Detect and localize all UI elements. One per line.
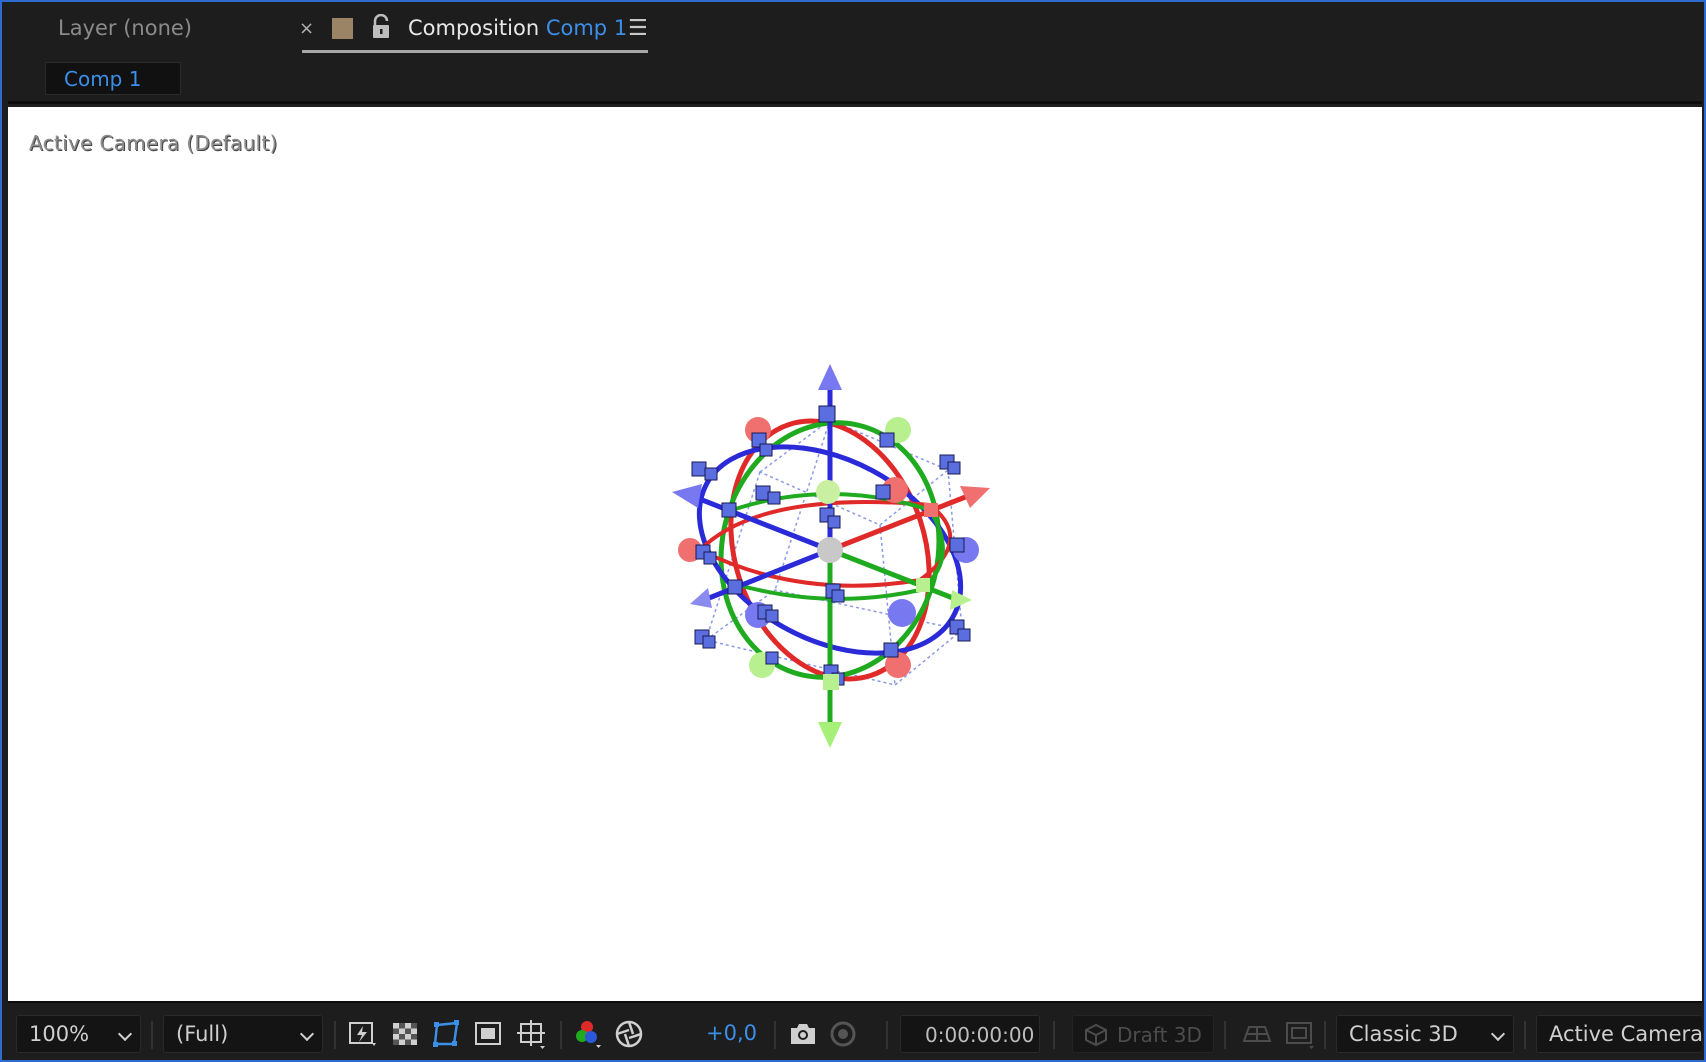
fast-previews-icon[interactable] <box>346 1017 380 1051</box>
tab-layer[interactable]: Layer (none) <box>58 16 192 40</box>
toolbar-divider <box>560 1021 562 1049</box>
chevron-down-icon <box>1490 1026 1506 1042</box>
panel-menu-icon[interactable]: ☰ <box>628 16 648 41</box>
draft-3d-toggle[interactable]: Draft 3D <box>1072 1015 1214 1053</box>
y-axis-arrow <box>818 722 842 748</box>
draft-3d-label: Draft 3D <box>1117 1023 1202 1047</box>
toolbar-divider <box>1524 1021 1526 1049</box>
close-icon[interactable]: × <box>299 18 314 39</box>
panel-tab-bar: Layer (none) × Composition Comp 1 ☰ <box>8 2 1702 56</box>
z-axis-up-arrow <box>818 364 842 390</box>
3d-transform-gizmo[interactable] <box>8 107 1702 1001</box>
chevron-down-icon <box>117 1026 133 1042</box>
resolution-dropdown[interactable]: (Full) <box>163 1015 323 1053</box>
toolbar-divider <box>886 1021 888 1049</box>
z-axis-lowerleft-arrow <box>690 588 712 608</box>
toolbar-divider <box>1324 1021 1326 1049</box>
current-time-display[interactable]: 0:00:00:00 <box>900 1015 1040 1053</box>
active-tab-indicator <box>302 50 648 53</box>
toolbar-divider <box>774 1021 776 1049</box>
color-channels-icon[interactable] <box>570 1017 604 1051</box>
toolbar-divider <box>151 1021 153 1049</box>
3d-view-dropdown[interactable]: Active Camera ... <box>1536 1015 1702 1053</box>
mask-path-visibility-icon[interactable] <box>430 1017 464 1051</box>
composition-viewer[interactable]: Active Camera (Default) <box>8 107 1702 1001</box>
transparency-grid-icon[interactable] <box>388 1017 422 1051</box>
tab-composition[interactable]: Composition Comp 1 <box>408 16 627 40</box>
toolbar-divider <box>334 1021 336 1049</box>
3d-view-value: Active Camera ... <box>1549 1022 1702 1046</box>
3d-ground-plane-icon[interactable] <box>1240 1017 1274 1051</box>
toolbar-divider <box>1053 1021 1055 1049</box>
grid-guides-icon[interactable] <box>514 1017 548 1051</box>
unlock-icon[interactable] <box>370 14 392 40</box>
exposure-value[interactable]: +0,0 <box>706 1021 757 1045</box>
comp-color-swatch <box>332 18 353 39</box>
composition-breadcrumb-bar: Comp 1 <box>8 56 1702 104</box>
draft-3d-icon <box>1085 1023 1107 1047</box>
toolbar-divider <box>1224 1021 1226 1049</box>
region-of-interest-icon[interactable] <box>472 1017 506 1051</box>
3d-renderer-dropdown[interactable]: Classic 3D <box>1336 1015 1514 1053</box>
extended-viewer-icon[interactable] <box>1282 1017 1316 1051</box>
breadcrumb-comp[interactable]: Comp 1 <box>45 62 181 95</box>
tab-composition-prefix: Composition <box>408 16 540 40</box>
3d-renderer-value: Classic 3D <box>1349 1022 1458 1046</box>
snapshot-camera-icon[interactable] <box>786 1017 820 1051</box>
viewer-toolbar: 100% (Full) +0,0 0:00:00:00 Draft 3D Cla… <box>8 1001 1702 1060</box>
show-snapshot-icon[interactable] <box>826 1017 860 1051</box>
z-axis-left-arrow <box>672 484 702 508</box>
magnification-value: 100% <box>29 1022 90 1046</box>
reset-exposure-icon[interactable] <box>612 1017 646 1051</box>
magnification-dropdown[interactable]: 100% <box>16 1015 141 1053</box>
chevron-down-icon <box>299 1026 315 1042</box>
tab-composition-name: Comp 1 <box>545 16 628 40</box>
resolution-value: (Full) <box>176 1022 229 1046</box>
